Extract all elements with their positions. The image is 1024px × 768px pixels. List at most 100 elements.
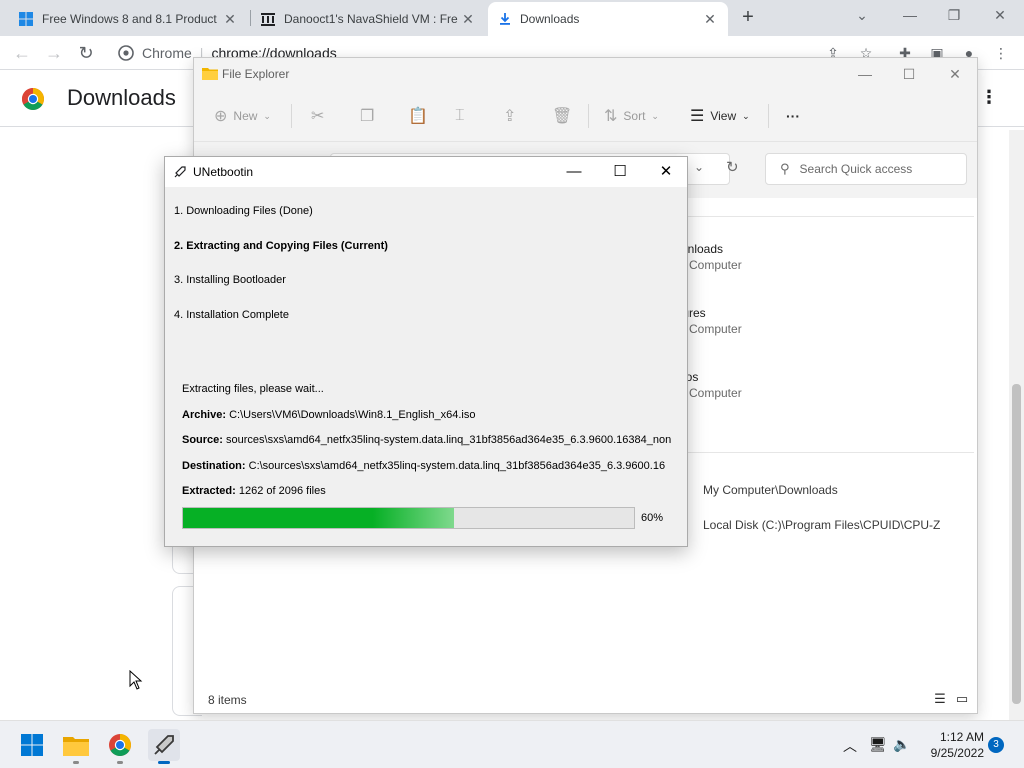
step-complete: 4. Installation Complete bbox=[174, 309, 289, 321]
close-window-button[interactable]: ✕ bbox=[978, 0, 1022, 32]
new-tab-button[interactable]: + bbox=[736, 4, 760, 30]
chevron-up-icon[interactable]: ︿ bbox=[843, 736, 857, 756]
maximize-button[interactable]: ☐ bbox=[597, 157, 643, 187]
archive-building-icon bbox=[261, 13, 275, 26]
clock-time[interactable]: 1:12 AM bbox=[928, 730, 984, 744]
page-scrollbar[interactable] bbox=[1009, 130, 1024, 728]
rename-button[interactable]: ⌶ bbox=[455, 106, 471, 126]
taskbar-unetbootin[interactable] bbox=[148, 729, 180, 764]
search-quick-access-input[interactable]: ⚲ Search Quick access bbox=[765, 153, 967, 185]
archive-line: Archive: C:\Users\VM6\Downloads\Win8.1_E… bbox=[182, 409, 672, 421]
close-icon[interactable]: ✕ bbox=[222, 11, 238, 28]
copy-button[interactable]: ❐ bbox=[360, 106, 380, 126]
download-icon bbox=[500, 13, 510, 25]
item-count: 8 items bbox=[208, 693, 247, 707]
divider bbox=[664, 216, 974, 217]
tab-title: Free Windows 8 and 8.1 Product bbox=[42, 12, 217, 26]
ribbon-divider bbox=[588, 104, 589, 128]
rename-icon: ⌶ bbox=[455, 107, 465, 124]
more-actions-icon[interactable]: ⋮ bbox=[980, 87, 998, 108]
minimize-button[interactable]: — bbox=[551, 157, 597, 187]
ribbon-divider bbox=[768, 104, 769, 128]
extracted-line: Extracted: 1262 of 2096 files bbox=[182, 485, 672, 497]
running-indicator bbox=[117, 761, 123, 764]
destination-line: Destination: C:\sources\sxs\amd64_netfx3… bbox=[182, 460, 672, 472]
see-more-button[interactable]: ··· bbox=[786, 106, 800, 126]
recent-file-location[interactable]: My Computer\Downloads bbox=[703, 483, 838, 497]
network-icon[interactable]: 🖥 bbox=[869, 736, 887, 753]
extracted-label: Extracted: bbox=[182, 485, 236, 497]
tab-windows-product-key[interactable]: Free Windows 8 and 8.1 Product ✕ bbox=[8, 2, 248, 36]
trash-icon: 🗑 bbox=[552, 108, 573, 125]
delete-button[interactable]: 🗑 bbox=[552, 106, 578, 126]
back-button[interactable]: ← bbox=[8, 40, 36, 66]
volume-icon[interactable]: 🔈 bbox=[893, 736, 910, 753]
share-icon: ⇪ bbox=[503, 108, 517, 125]
explorer-command-bar: ⊕ New ⌄ ✂ ❐ 📋 ⌶ ⇪ 🗑 ⇅ Sort ⌄ ☰ View ⌄ ··· bbox=[194, 90, 977, 142]
notification-badge[interactable]: 3 bbox=[988, 737, 1004, 753]
taskbar-file-explorer[interactable] bbox=[60, 729, 92, 764]
search-icon: ⚲ bbox=[780, 161, 790, 176]
tab-downloads[interactable]: Downloads ✕ bbox=[488, 2, 728, 36]
step-downloading: 1. Downloading Files (Done) bbox=[174, 205, 313, 217]
start-button[interactable] bbox=[16, 729, 48, 761]
rocket-icon bbox=[174, 166, 186, 178]
window-title: UNetbootin bbox=[193, 165, 254, 179]
page-title: Downloads bbox=[67, 85, 176, 110]
refresh-icon[interactable]: ↻ bbox=[726, 158, 739, 176]
minimize-button[interactable]: — bbox=[842, 60, 888, 88]
chrome-menu-icon[interactable]: ⋮ bbox=[990, 42, 1012, 64]
source-value: sources\sxs\amd64_netfx35linq-system.dat… bbox=[222, 434, 672, 446]
maximize-button[interactable]: ☐ bbox=[886, 60, 932, 88]
rocket-icon bbox=[154, 735, 174, 755]
chevron-down-icon[interactable]: ⌄ bbox=[694, 160, 704, 174]
quick-access-item-location: Computer bbox=[689, 322, 742, 336]
source-label: Source: bbox=[182, 434, 223, 446]
tab-title: Danooct1's NavaShield VM : Fre bbox=[284, 12, 458, 26]
clock-date[interactable]: 9/25/2022 bbox=[918, 746, 984, 760]
unetbootin-window: UNetbootin — ☐ ✕ 1. Downloading Files (D… bbox=[164, 156, 688, 547]
taskbar-chrome[interactable] bbox=[104, 729, 136, 764]
explorer-status-bar: 8 items ☰ ▭ bbox=[194, 685, 977, 713]
recent-file-location[interactable]: Local Disk (C:)\Program Files\CPUID\CPU-… bbox=[703, 518, 940, 532]
divider bbox=[664, 452, 974, 453]
step-bootloader: 3. Installing Bootloader bbox=[174, 274, 286, 286]
tiles-view-icon[interactable]: ▭ bbox=[954, 691, 970, 707]
chrome-logo-icon bbox=[109, 734, 131, 756]
window-title: File Explorer bbox=[222, 67, 290, 81]
reload-button[interactable]: ↻ bbox=[72, 40, 100, 66]
view-button[interactable]: ☰ View ⌄ bbox=[690, 106, 750, 126]
mouse-cursor-icon bbox=[129, 670, 143, 690]
close-icon[interactable]: ✕ bbox=[702, 11, 718, 28]
folder-icon bbox=[63, 737, 89, 756]
share-button[interactable]: ⇪ bbox=[503, 106, 522, 126]
details-view-icon[interactable]: ☰ bbox=[932, 691, 948, 707]
more-icon: ··· bbox=[786, 108, 800, 124]
close-window-button[interactable]: ✕ bbox=[932, 60, 978, 88]
new-label: New bbox=[233, 109, 258, 123]
close-window-button[interactable]: ✕ bbox=[643, 157, 689, 187]
paste-button[interactable]: 📋 bbox=[408, 106, 434, 126]
chevron-down-icon[interactable]: ⌄ bbox=[840, 0, 884, 32]
search-placeholder: Search Quick access bbox=[799, 162, 913, 176]
extraction-progress-bar bbox=[182, 507, 635, 529]
unetbootin-titlebar[interactable]: UNetbootin — ☐ ✕ bbox=[165, 157, 687, 187]
scrollbar-thumb[interactable] bbox=[1012, 384, 1021, 704]
tab-navashield[interactable]: Danooct1's NavaShield VM : Fre ✕ bbox=[250, 2, 486, 36]
minimize-button[interactable]: — bbox=[888, 0, 932, 32]
scissors-icon: ✂ bbox=[311, 108, 325, 125]
archive-value: C:\Users\VM6\Downloads\Win8.1_English_x6… bbox=[226, 409, 476, 421]
forward-button[interactable]: → bbox=[40, 40, 68, 66]
cut-button[interactable]: ✂ bbox=[311, 106, 330, 126]
new-button[interactable]: ⊕ New ⌄ bbox=[214, 106, 271, 126]
explorer-titlebar[interactable]: File Explorer — ☐ ✕ bbox=[194, 58, 977, 90]
close-icon[interactable]: ✕ bbox=[460, 11, 476, 28]
view-list-icon: ☰ bbox=[690, 108, 705, 125]
site-chip: Chrome bbox=[142, 45, 192, 61]
restore-button[interactable]: ❐ bbox=[932, 0, 976, 32]
clipboard-icon: 📋 bbox=[408, 108, 428, 125]
chrome-logo-icon bbox=[22, 88, 44, 110]
sort-button[interactable]: ⇅ Sort ⌄ bbox=[604, 106, 659, 126]
chevron-down-icon: ⌄ bbox=[263, 110, 271, 121]
windows-start-icon bbox=[21, 734, 43, 756]
